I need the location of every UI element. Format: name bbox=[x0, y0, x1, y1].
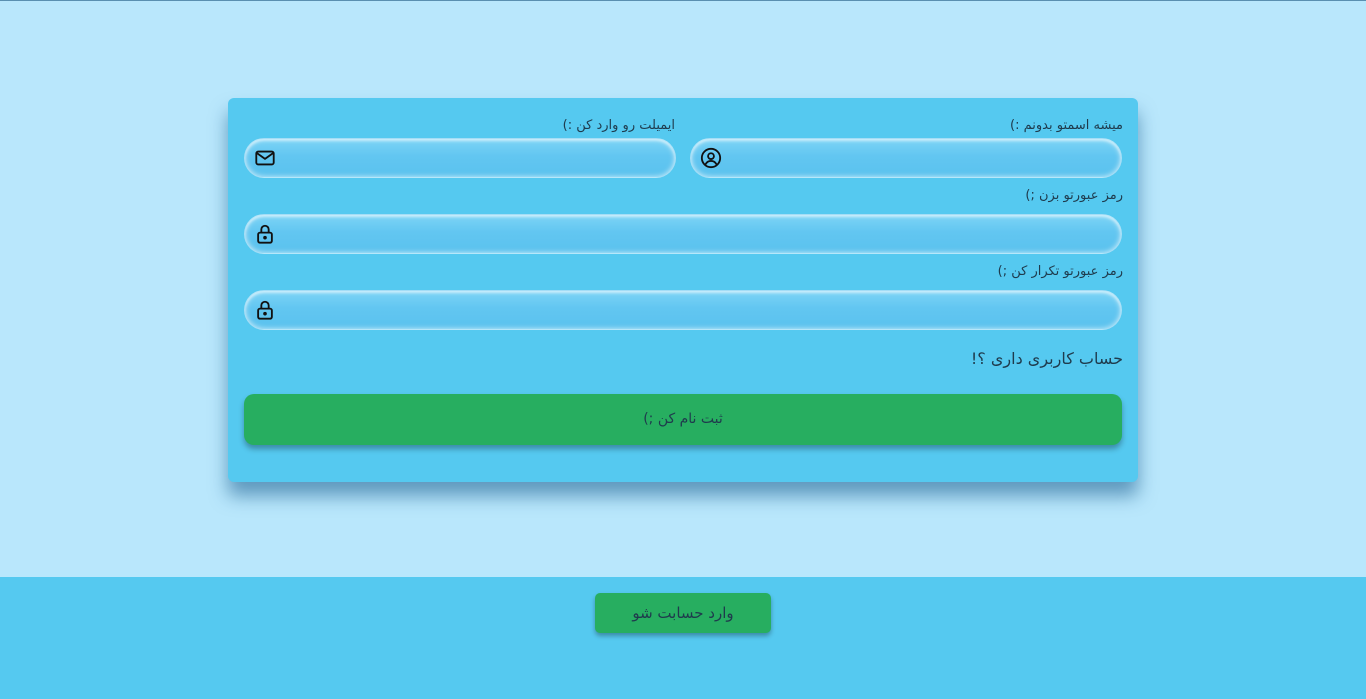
password-field[interactable] bbox=[244, 214, 1122, 255]
email-input[interactable] bbox=[285, 139, 661, 179]
footer-bar: وارد حسابت شو bbox=[0, 577, 1366, 699]
confirm-password-field[interactable] bbox=[244, 290, 1122, 331]
lock-icon bbox=[254, 299, 276, 321]
name-field[interactable] bbox=[690, 138, 1122, 179]
user-circle-icon bbox=[700, 147, 722, 169]
signup-submit-button[interactable]: ثبت نام کن ;) bbox=[244, 394, 1122, 445]
have-account-link[interactable]: حساب کاربری داری ؟! bbox=[971, 349, 1123, 368]
envelope-icon bbox=[254, 147, 276, 169]
name-label: میشه اسمتو بدونم :) bbox=[1010, 118, 1123, 133]
password-label: رمز عبورتو بزن ;) bbox=[1025, 188, 1123, 203]
email-field[interactable] bbox=[244, 138, 676, 179]
confirm-password-input[interactable] bbox=[285, 291, 1107, 331]
email-label: ایمیلت رو وارد کن :) bbox=[562, 118, 675, 133]
password-input[interactable] bbox=[285, 215, 1107, 255]
confirm-password-label: رمز عبورتو تکرار کن ;) bbox=[997, 264, 1123, 279]
lock-icon bbox=[254, 223, 276, 245]
signup-form-card: میشه اسمتو بدونم :) ایمیلت رو وارد کن :)… bbox=[228, 98, 1138, 482]
name-input[interactable] bbox=[731, 139, 1107, 179]
login-button[interactable]: وارد حسابت شو bbox=[595, 593, 771, 633]
